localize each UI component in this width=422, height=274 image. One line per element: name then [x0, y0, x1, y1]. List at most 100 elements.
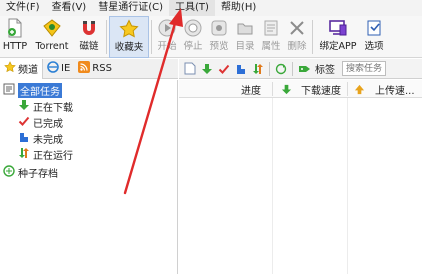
- tree-item-running-label: 正在运行: [33, 150, 73, 162]
- bind-app-button-label: 绑定APP: [319, 41, 357, 52]
- delete-x-icon: [287, 18, 307, 38]
- tab-channel[interactable]: 频道: [0, 58, 43, 79]
- tree-item-all-tasks[interactable]: 全部任务: [3, 82, 62, 98]
- tree-item-all-tasks-label: 全部任务: [18, 82, 62, 98]
- search-task-input[interactable]: [342, 61, 386, 76]
- toolbar-divider: [106, 20, 107, 54]
- incomplete-icon: [237, 64, 245, 74]
- favorites-button-label: 收藏夹: [114, 42, 144, 53]
- running-filter-button[interactable]: [250, 61, 266, 77]
- upload-speed-icon: [354, 80, 365, 98]
- stop-button[interactable]: 停止: [180, 16, 206, 58]
- star-icon: [119, 19, 139, 39]
- torrent-button[interactable]: Torrent: [30, 16, 74, 58]
- http-button-label: HTTP: [2, 41, 28, 52]
- favorites-button[interactable]: 收藏夹: [109, 16, 149, 58]
- magnet-button-label: 磁链: [79, 41, 99, 52]
- tree-item-downloading-label: 正在下载: [33, 102, 73, 114]
- star-icon: [4, 61, 16, 76]
- directory-button-label: 目录: [235, 41, 255, 52]
- preview-icon: [209, 18, 229, 38]
- tree-item-seed-archive-label: 种子存档: [18, 168, 58, 180]
- start-button[interactable]: 开始: [154, 16, 180, 58]
- options-button[interactable]: 选项: [361, 16, 387, 58]
- magnet-icon: [79, 18, 99, 38]
- torrent-button-label: Torrent: [35, 41, 69, 52]
- tags-label[interactable]: 标签: [315, 61, 335, 76]
- tree-item-downloading[interactable]: 正在下载: [18, 98, 73, 114]
- magnet-button[interactable]: 磁链: [74, 16, 104, 58]
- tree-item-completed-label: 已完成: [33, 118, 63, 130]
- menu-file[interactable]: 文件(F): [0, 0, 46, 16]
- download-arrow-icon: [18, 99, 30, 114]
- play-icon: [157, 18, 177, 38]
- properties-icon: [261, 18, 281, 38]
- bind-app-icon: [328, 18, 348, 38]
- running-arrows-icon: [18, 147, 30, 162]
- completed-filter-button[interactable]: [216, 61, 232, 77]
- rss-icon: [78, 61, 91, 76]
- menu-help[interactable]: 帮助(H): [215, 0, 262, 16]
- toolbar-divider: [269, 61, 270, 76]
- preview-button[interactable]: 预览: [206, 16, 232, 58]
- tab-rss-label: RSS: [92, 63, 112, 74]
- tab-ie[interactable]: IE: [43, 59, 74, 79]
- menu-tools[interactable]: 工具(T): [169, 0, 215, 16]
- bind-app-button[interactable]: 绑定APP: [315, 16, 361, 58]
- properties-button-label: 属性: [261, 41, 281, 52]
- column-gridline: [272, 98, 273, 274]
- download-arrow-icon: [202, 63, 212, 74]
- main-toolbar: HTTP Torrent 磁链 收藏夹 开始 停止 预览 目录 属性 删除 绑定…: [0, 16, 422, 58]
- tree-item-running[interactable]: 正在运行: [18, 146, 73, 162]
- column-gridline: [347, 98, 348, 274]
- running-arrows-icon: [253, 63, 263, 74]
- task-list[interactable]: [179, 99, 422, 274]
- torrent-add-icon: [42, 18, 62, 38]
- refresh-icon: [275, 63, 287, 74]
- new-page-icon: [184, 62, 196, 75]
- column-header-upload-speed[interactable]: 上传速...: [375, 80, 415, 98]
- preview-button-label: 预览: [209, 41, 229, 52]
- task-category-tree: 全部任务 正在下载 已完成 未完成 正在运行 种子存档: [0, 80, 178, 274]
- http-add-icon: [5, 18, 25, 38]
- seed-archive-icon: [3, 164, 15, 180]
- incomplete-filter-button[interactable]: [233, 61, 249, 77]
- new-task-button[interactable]: [182, 61, 198, 77]
- stop-icon: [183, 18, 203, 38]
- checkmark-icon: [18, 115, 30, 130]
- tab-ie-label: IE: [61, 63, 71, 74]
- download-filter-button[interactable]: [199, 61, 215, 77]
- toolbar-divider: [292, 61, 293, 76]
- task-toolbar: 标签: [179, 59, 422, 79]
- tree-item-completed[interactable]: 已完成: [18, 114, 63, 130]
- directory-button[interactable]: 目录: [232, 16, 258, 58]
- task-table-header: 进度 下载速度 上传速...: [179, 80, 422, 98]
- download-speed-icon: [281, 80, 292, 98]
- tag-button[interactable]: [296, 61, 312, 77]
- delete-button[interactable]: 删除: [284, 16, 310, 58]
- tab-rss[interactable]: RSS: [74, 59, 116, 79]
- options-button-label: 选项: [364, 41, 384, 52]
- options-icon: [364, 18, 384, 38]
- ie-icon: [47, 61, 59, 76]
- incomplete-icon: [18, 131, 30, 146]
- menu-view[interactable]: 查看(V): [46, 0, 93, 16]
- checkmark-icon: [218, 64, 230, 74]
- toolbar-divider: [312, 20, 313, 54]
- toolbar-divider: [151, 20, 152, 54]
- menu-comet-pass[interactable]: 彗星通行证(C): [92, 0, 169, 16]
- column-header-progress[interactable]: 进度: [241, 80, 261, 98]
- column-divider: [272, 82, 273, 96]
- http-button[interactable]: HTTP: [0, 16, 30, 58]
- menu-bar: 文件(F) 查看(V) 彗星通行证(C) 工具(T) 帮助(H): [0, 0, 422, 16]
- tree-item-incomplete[interactable]: 未完成: [18, 130, 63, 146]
- refresh-button[interactable]: [273, 61, 289, 77]
- tree-item-incomplete-label: 未完成: [33, 134, 63, 146]
- column-divider: [347, 82, 348, 96]
- stop-button-label: 停止: [183, 41, 203, 52]
- tree-item-seed-archive[interactable]: 种子存档: [3, 164, 58, 180]
- column-header-download-speed[interactable]: 下载速度: [301, 80, 341, 98]
- tab-channel-label: 频道: [18, 65, 38, 76]
- properties-button[interactable]: 属性: [258, 16, 284, 58]
- sidebar-tabs: 频道 IE RSS: [0, 58, 178, 79]
